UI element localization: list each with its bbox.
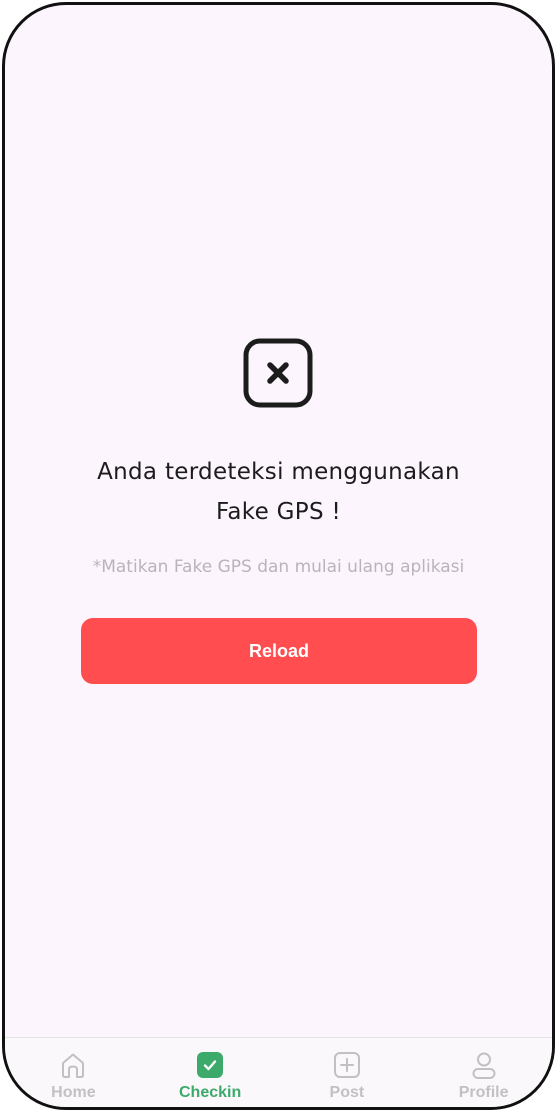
warning-title-line2: Fake GPS ! (216, 499, 341, 525)
warning-hint: *Matikan Fake GPS dan mulai ulang aplika… (92, 557, 465, 577)
reload-button[interactable]: Reload (81, 618, 477, 684)
add-post-icon (333, 1052, 360, 1078)
fake-gps-warning-screen: Anda terdeteksi menggunakan Fake GPS ! *… (5, 5, 552, 1035)
nav-label-home: Home (51, 1084, 96, 1101)
bottom-navigation: Home Checkin Post Profile (5, 1037, 552, 1107)
nav-item-home[interactable]: Home (5, 1038, 142, 1107)
warning-title: Anda terdeteksi menggunakan Fake GPS ! (45, 452, 512, 532)
nav-label-profile: Profile (458, 1084, 509, 1101)
nav-label-post: Post (329, 1084, 365, 1101)
profile-icon (472, 1052, 496, 1079)
warning-title-line1: Anda terdeteksi menggunakan (97, 459, 460, 485)
phone-frame: Anda terdeteksi menggunakan Fake GPS ! *… (2, 2, 555, 1110)
nav-label-checkin: Checkin (179, 1084, 242, 1101)
close-square-icon (243, 338, 313, 408)
nav-item-post[interactable]: Post (279, 1038, 416, 1107)
reload-button-label: Reload (248, 640, 309, 661)
nav-item-profile[interactable]: Profile (415, 1038, 552, 1107)
home-icon (62, 1053, 85, 1078)
nav-item-checkin[interactable]: Checkin (142, 1038, 279, 1107)
checkin-icon (197, 1052, 224, 1078)
